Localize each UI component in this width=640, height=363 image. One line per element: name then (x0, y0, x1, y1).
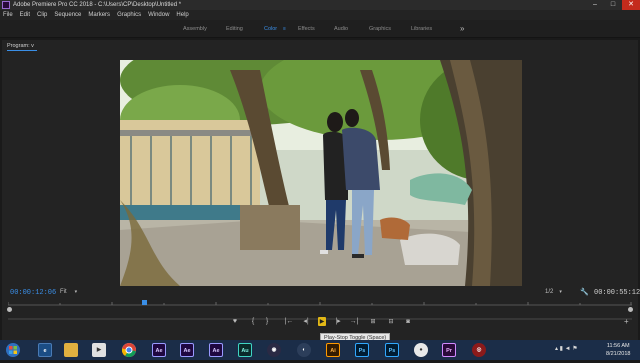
step-forward-icon[interactable]: |▸ (334, 317, 342, 327)
internet-explorer-icon[interactable]: e (38, 343, 52, 357)
workspace-menu-icon[interactable]: ≡ (283, 26, 286, 32)
transport-controls: ♥ { } |← ◂| ▶ |▸ →| ⊞ ⊟ ◙ (0, 317, 640, 329)
workspace-tab-effects[interactable]: Effects (298, 26, 315, 32)
video-preview-frame (120, 60, 522, 286)
time-ruler-ticks (8, 302, 632, 306)
active-tab-indicator (7, 50, 37, 51)
steam-icon[interactable]: ◐ (297, 343, 311, 357)
workspaces-overflow-icon[interactable]: » (460, 24, 464, 33)
go-to-in-icon[interactable]: |← (284, 317, 294, 327)
mark-out-icon[interactable]: } (264, 317, 270, 327)
premiere-icon[interactable]: Pr (442, 343, 456, 357)
media-player-icon[interactable]: ▶ (92, 343, 106, 357)
duration-timecode: 00:00:55:12 (594, 289, 640, 297)
play-stop-button[interactable]: ▶ (318, 317, 326, 326)
blender-icon[interactable]: ◉ (267, 343, 281, 357)
overwrite-icon[interactable]: ⊟ (386, 317, 396, 327)
menu-bar: File Edit Clip Sequence Markers Graphics… (0, 10, 640, 20)
insert-icon[interactable]: ⊞ (368, 317, 378, 327)
scrollbar-left-handle[interactable] (7, 307, 12, 312)
window-title: Adobe Premiere Pro CC 2018 - C:\Users\CP… (13, 2, 182, 8)
workspace-tab-assembly[interactable]: Assembly (183, 26, 207, 32)
playback-resolution-value: 1/2 (545, 289, 554, 295)
after-effects-icon-2[interactable]: Ae (180, 343, 194, 357)
menu-help[interactable]: Help (176, 10, 188, 20)
workspace-tab-audio[interactable]: Audio (334, 26, 348, 32)
workspace-tab-editing[interactable]: Editing (226, 26, 243, 32)
menu-clip[interactable]: Clip (37, 10, 47, 20)
premiere-logo-icon (2, 1, 10, 9)
workspaces-bar: Assembly Editing Color ≡ Effects Audio G… (0, 20, 640, 38)
clock-date: 8/21/2018 (606, 351, 631, 357)
after-effects-icon[interactable]: Ae (152, 343, 166, 357)
current-timecode[interactable]: 00:00:12:06 (10, 289, 56, 297)
chrome-icon[interactable] (121, 343, 136, 358)
add-marker-icon[interactable]: ♥ (231, 317, 239, 327)
step-back-icon[interactable]: ◂| (302, 317, 310, 327)
wrench-icon[interactable]: 🔧 (580, 288, 589, 296)
zoom-scrollbar[interactable] (8, 308, 632, 320)
zoom-level-select[interactable]: Fit ▾ (60, 289, 77, 295)
menu-file[interactable]: File (3, 10, 13, 20)
menu-edit[interactable]: Edit (20, 10, 30, 20)
taskbar: e ▶ Ae Ae Ae Au ◉ ◐ Ai Ps Ps ● Pr ◎ ▴ ▮ … (0, 340, 640, 360)
playhead-marker[interactable] (142, 300, 147, 305)
menu-markers[interactable]: Markers (88, 10, 110, 20)
clock[interactable]: 11:56 AM 8/21/2018 (606, 342, 630, 358)
video-frame-image (120, 60, 522, 286)
after-effects-icon-3[interactable]: Ae (209, 343, 223, 357)
mark-in-icon[interactable]: { (250, 317, 256, 327)
workspace-tab-libraries[interactable]: Libraries (411, 26, 432, 32)
chevron-down-icon: ▾ (74, 289, 78, 295)
minimize-button[interactable]: – (586, 0, 604, 10)
windows-start-icon[interactable] (4, 342, 22, 358)
button-editor-plus-icon[interactable]: + (624, 317, 629, 326)
maximize-button[interactable]: □ (604, 0, 622, 10)
go-to-out-icon[interactable]: →| (349, 317, 359, 327)
menu-sequence[interactable]: Sequence (54, 10, 81, 20)
scrollbar-right-handle[interactable] (628, 307, 633, 312)
chevron-down-icon: ▾ (559, 289, 562, 295)
clock-time: 11:56 AM (606, 343, 630, 349)
file-explorer-icon[interactable] (64, 343, 78, 357)
close-button[interactable]: ✕ (622, 0, 640, 10)
playback-resolution-select[interactable]: 1/2 ▾ (545, 289, 562, 295)
photoshop-icon-2[interactable]: Ps (385, 343, 399, 357)
workspace-tab-color[interactable]: Color (264, 26, 277, 32)
title-bar: Adobe Premiere Pro CC 2018 - C:\Users\CP… (0, 0, 640, 10)
menu-graphics[interactable]: Graphics (117, 10, 141, 20)
window-controls: – □ ✕ (586, 0, 640, 10)
audition-icon[interactable]: Au (238, 343, 252, 357)
recorder-icon[interactable]: ◎ (472, 343, 486, 357)
program-monitor-tab[interactable]: Program: v (7, 43, 34, 49)
system-tray-icons[interactable]: ▴ ▮ ◄ ⚑ (555, 345, 578, 352)
workspace-tab-graphics[interactable]: Graphics (369, 26, 391, 32)
camera-icon[interactable]: ◙ (403, 317, 413, 327)
menu-window[interactable]: Window (148, 10, 169, 20)
photoshop-icon[interactable]: Ps (355, 343, 369, 357)
obs-icon[interactable]: ● (414, 343, 428, 357)
time-ruler[interactable] (8, 300, 632, 306)
illustrator-icon[interactable]: Ai (326, 343, 340, 357)
zoom-level-value: Fit (60, 289, 67, 295)
